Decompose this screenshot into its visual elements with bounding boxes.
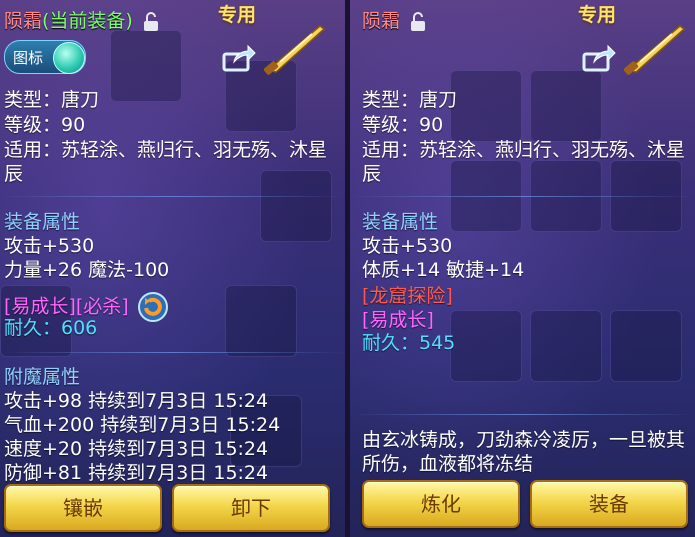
background-slot bbox=[530, 310, 602, 382]
background-slot bbox=[450, 70, 522, 142]
equipped-tag: (当前装备) bbox=[42, 10, 133, 32]
item-description: 由玄冰铸成，刀劲森冷凌厉，一旦被其所伤，血液都将冻结 bbox=[362, 429, 686, 475]
enchant-line: 攻击+98 持续到7月3日 15:24 bbox=[4, 390, 269, 412]
item-tooltip-compare: 陨霜 专用 类型：唐刀 等级：90 适用：苏轻涂、燕归行、羽无殇、沐星辰 装备属… bbox=[350, 0, 695, 537]
background-slot bbox=[530, 70, 602, 142]
background-slot bbox=[110, 30, 182, 102]
item-name: 陨霜 bbox=[362, 6, 426, 33]
divider bbox=[350, 196, 695, 197]
item-name-text: 陨霜 bbox=[362, 10, 401, 32]
item-tooltip-current: 陨霜(当前装备) 专用 图标 类型：唐刀 等级：90 适用：苏轻涂、燕归行、羽无… bbox=[0, 0, 345, 537]
enchant-line: 防御+81 持续到7月3日 15:24 bbox=[4, 462, 269, 484]
divider bbox=[0, 352, 345, 353]
divider bbox=[350, 414, 695, 415]
refresh-icon[interactable] bbox=[137, 291, 169, 323]
equipment-attributes-title: 装备属性 bbox=[362, 211, 439, 233]
type-line: 类型：唐刀 bbox=[4, 89, 100, 111]
background-slot bbox=[225, 285, 297, 357]
icon-toggle[interactable]: 图标 bbox=[4, 40, 86, 74]
equip-button[interactable]: 装备 bbox=[530, 480, 688, 528]
item-name-text: 陨霜 bbox=[4, 10, 43, 32]
enchant-attributes-title: 附魔属性 bbox=[4, 366, 81, 388]
suitable-line: 适用：苏轻涂、燕归行、羽无殇、沐星辰 bbox=[362, 139, 686, 185]
level-line: 等级：90 bbox=[4, 114, 86, 136]
durability: 耐久：545 bbox=[362, 332, 456, 354]
blade-weapon-icon bbox=[623, 25, 686, 75]
dragon-cave-tag: [龙窟探险] bbox=[362, 285, 453, 307]
lock-open-icon[interactable] bbox=[143, 11, 159, 32]
lock-open-icon[interactable] bbox=[410, 11, 426, 32]
unequip-button[interactable]: 卸下 bbox=[172, 484, 330, 532]
share-icon[interactable] bbox=[222, 44, 256, 72]
enchant-line: 气血+200 持续到7月3日 15:24 bbox=[4, 414, 281, 436]
tags-text: [易成长][必杀] bbox=[4, 295, 129, 318]
type-line: 类型：唐刀 bbox=[362, 89, 458, 111]
enchant-line: 速度+20 持续到7月3日 15:24 bbox=[4, 438, 269, 460]
background-slot bbox=[610, 310, 682, 382]
durability: 耐久：606 bbox=[4, 317, 98, 339]
exclusive-label: 专用 bbox=[578, 4, 617, 26]
share-icon[interactable] bbox=[582, 44, 616, 72]
divider bbox=[0, 196, 345, 197]
attribute-strength-magic: 力量+26 魔法-100 bbox=[4, 259, 170, 281]
background-slot bbox=[450, 310, 522, 382]
blade-weapon-icon bbox=[263, 25, 326, 75]
growth-tag: [易成长] bbox=[362, 309, 434, 331]
refine-button[interactable]: 炼化 bbox=[362, 480, 520, 528]
level-line: 等级：90 bbox=[362, 114, 444, 136]
exclusive-label: 专用 bbox=[218, 4, 257, 26]
suitable-line: 适用：苏轻涂、燕归行、羽无殇、沐星辰 bbox=[4, 139, 328, 185]
attribute-attack: 攻击+530 bbox=[362, 235, 453, 257]
toggle-label: 图标 bbox=[13, 49, 44, 67]
equipment-attributes-title: 装备属性 bbox=[4, 211, 81, 233]
attribute-attack: 攻击+530 bbox=[4, 235, 95, 257]
item-name: 陨霜(当前装备) bbox=[4, 6, 159, 33]
toggle-knob bbox=[53, 42, 85, 74]
inlay-button[interactable]: 镶嵌 bbox=[4, 484, 162, 532]
attribute-constitution-agility: 体质+14 敏捷+14 bbox=[362, 259, 525, 281]
